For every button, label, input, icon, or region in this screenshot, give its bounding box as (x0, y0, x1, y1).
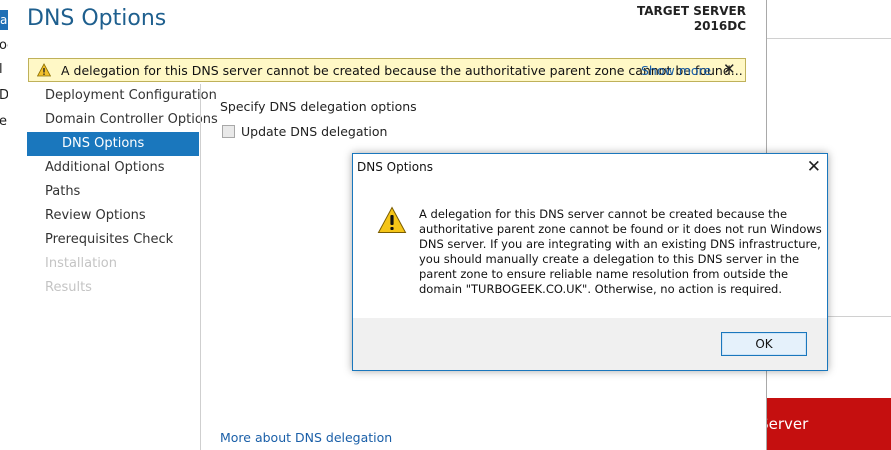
background-tab: as (0, 10, 8, 30)
target-server-name: 2016DC (693, 19, 746, 33)
more-about-dns-delegation-link[interactable]: More about DNS delegation (220, 430, 392, 445)
background-fragment: l (0, 62, 3, 77)
nav-item-results: Results (45, 280, 92, 295)
dialog-message-line: authoritative parent zone cannot be foun… (419, 222, 822, 236)
background-server-button-label: al Server (767, 415, 809, 433)
dialog-message-line: DNS server. If you are integrating with … (419, 237, 821, 251)
section-heading: Specify DNS delegation options (220, 99, 417, 114)
dialog-title: DNS Options (357, 160, 433, 174)
background-fragment: as (0, 13, 8, 27)
nav-item-paths[interactable]: Paths (27, 180, 199, 204)
background-fragment: e (0, 114, 7, 129)
close-icon[interactable]: ✕ (807, 156, 821, 178)
update-dns-delegation-label: Update DNS delegation (241, 124, 388, 139)
dialog-message-line: domain "TURBOGEEK.CO.UK". Otherwise, no … (419, 282, 783, 296)
update-dns-delegation-row: Update DNS delegation (222, 124, 387, 139)
nav-item-domain-controller-options[interactable]: Domain Controller Options (27, 108, 218, 132)
divider (200, 84, 201, 450)
dialog-message-line: parent zone to ensure reliable name reso… (419, 267, 789, 281)
background-fragment: oc (0, 38, 8, 53)
update-dns-delegation-checkbox[interactable] (222, 125, 235, 138)
background-window-left: as oc l D e (0, 0, 8, 450)
warning-icon (377, 206, 407, 233)
target-server-label: TARGET SERVER (637, 4, 746, 18)
dialog-footer: OK (353, 318, 827, 370)
nav-item-review-options[interactable]: Review Options (27, 204, 199, 228)
background-server-button[interactable]: al Server (767, 398, 891, 450)
target-server: TARGET SERVER 2016DC (637, 4, 746, 34)
dialog-message: A delegation for this DNS server cannot … (419, 207, 822, 297)
nav-item-installation: Installation (45, 256, 118, 271)
divider (767, 38, 891, 39)
page-title: DNS Options (27, 6, 167, 31)
nav-item-deployment-configuration[interactable]: Deployment Configuration (27, 84, 217, 108)
dialog-message-line: you should manually create a delegation … (419, 252, 800, 266)
dns-options-dialog: DNS Options ✕ A delegation for this DNS … (352, 153, 828, 371)
background-fragment: D (0, 88, 8, 103)
show-more-link[interactable]: Show more (641, 63, 711, 78)
nav-item-prerequisites-check[interactable]: Prerequisites Check (27, 228, 199, 252)
nav-item-additional-options[interactable]: Additional Options (27, 156, 199, 180)
ok-button[interactable]: OK (721, 332, 807, 356)
close-icon[interactable]: ✕ (723, 60, 736, 78)
warning-bar: A delegation for this DNS server cannot … (28, 58, 746, 82)
warning-icon (37, 63, 51, 77)
dialog-message-line: A delegation for this DNS server cannot … (419, 207, 788, 221)
nav-item-dns-options[interactable]: DNS Options (27, 132, 199, 156)
wizard-nav: Deployment Configuration Domain Controll… (27, 84, 218, 300)
